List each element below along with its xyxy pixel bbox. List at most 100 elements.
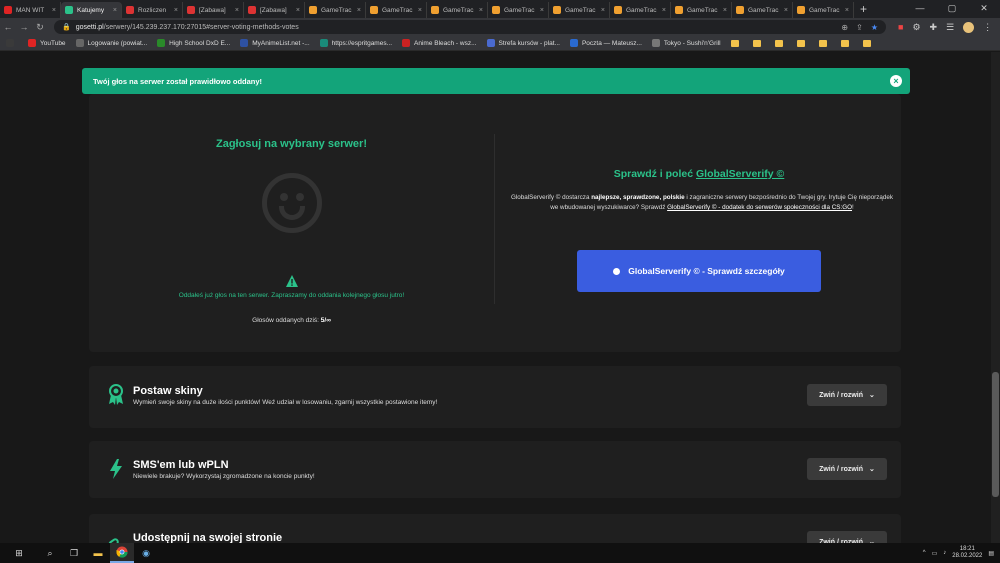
bookmark-label: https://espritgames... [331, 39, 393, 47]
close-tab-icon[interactable]: × [174, 7, 178, 14]
windows-taskbar: ⊞ ⌕ ❐ ▬ ◉ ^ ▭ ♪ 18:21 28.02.2022 ▤ [0, 543, 1000, 563]
browser-tab[interactable]: GameTrac × [366, 2, 427, 18]
reading-list-icon[interactable]: ☰ [946, 22, 954, 33]
steam-icon[interactable]: ◉ [134, 543, 158, 563]
browser-tab[interactable]: MAN WIT × [0, 2, 61, 18]
collapse-toggle-button[interactable]: Zwiń / rozwiń ⌄ [807, 384, 887, 406]
minimize-icon[interactable]: — [904, 0, 936, 18]
bookmark-folder-icon[interactable] [730, 39, 739, 47]
bookmark-folder-icon[interactable] [752, 39, 761, 47]
bookmark-folder-icon[interactable] [774, 39, 783, 47]
windows-start-icon[interactable]: ⊞ [0, 543, 38, 563]
bookmark-item[interactable]: Tokyo - Sushi'n'Grill [651, 39, 721, 47]
close-tab-icon[interactable]: × [296, 7, 300, 14]
collapse-toggle-button[interactable]: Zwiń / rozwiń ⌄ [807, 458, 887, 480]
browser-tab[interactable]: Katujemy × [61, 2, 122, 18]
serverify-details-button[interactable]: GlobalServerify © - Sprawdź szczegóły [577, 250, 821, 292]
tray-chevron-icon[interactable]: ^ [923, 550, 926, 556]
file-explorer-icon[interactable]: ▬ [86, 543, 110, 563]
close-tab-icon[interactable]: × [113, 7, 117, 14]
extension-gear-icon[interactable]: ⚙ [912, 22, 920, 33]
close-alert-button[interactable]: × [890, 75, 902, 87]
toggle-label: Zwiń / rozwiń [819, 465, 864, 473]
tab-title: GameTrac [321, 6, 352, 14]
new-tab-button[interactable]: + [854, 2, 873, 18]
close-tab-icon[interactable]: × [723, 7, 727, 14]
search-icon[interactable]: ⌕ [38, 543, 62, 563]
close-tab-icon[interactable]: × [235, 7, 239, 14]
volume-icon[interactable]: ♪ [943, 550, 946, 556]
address-bar[interactable]: 🔒 gosetti.pl/serwery/145.239.237.170:270… [54, 20, 886, 34]
reload-icon[interactable]: ↻ [32, 22, 48, 33]
close-tab-icon[interactable]: × [418, 7, 422, 14]
lock-icon[interactable]: 🔒 [62, 23, 71, 31]
gametracker-icon [431, 6, 439, 14]
forward-icon[interactable]: → [16, 22, 32, 32]
bookmark-item[interactable]: YouTube [28, 39, 66, 47]
bookmark-item[interactable]: MyAnimeList.net -... [240, 39, 310, 47]
bookmark-folder-icon[interactable] [862, 39, 871, 47]
browser-tab[interactable]: Rozliczen × [122, 2, 183, 18]
close-tab-icon[interactable]: × [479, 7, 483, 14]
close-window-icon[interactable]: ✕ [968, 0, 1000, 18]
bookmark-item[interactable]: Logowanie (powiat... [75, 39, 147, 47]
success-alert: Twój głos na serwer został prawidłowo od… [82, 68, 910, 94]
bookmark-folder-icon[interactable] [796, 39, 805, 47]
maximize-icon[interactable]: ▢ [936, 0, 968, 18]
close-tab-icon[interactable]: × [540, 7, 544, 14]
bookmark-folder-icon[interactable] [840, 39, 849, 47]
opera-icon [126, 6, 134, 14]
extensions-area: ■ ⚙ ✚ ☰ ⋮ [898, 21, 992, 33]
chrome-icon[interactable] [110, 543, 134, 563]
bookmark-item[interactable]: High School DxD E... [157, 39, 230, 47]
bookmark-item[interactable]: Anime Bleach - wsz... [402, 39, 477, 47]
close-tab-icon[interactable]: × [52, 7, 56, 14]
share-icon[interactable]: ⇪ [856, 23, 863, 32]
browser-tab[interactable]: GameTrac × [488, 2, 549, 18]
tab-title: GameTrac [565, 6, 596, 14]
task-view-icon[interactable]: ❐ [62, 543, 86, 563]
profile-avatar[interactable] [963, 21, 975, 33]
bookmark-folder-icon[interactable] [818, 39, 827, 47]
clock[interactable]: 18:21 28.02.2022 [952, 546, 982, 560]
votes-today: Głosów oddanych dziś: 5/∞ [89, 317, 494, 324]
bookmark-item[interactable]: Poczta — Mateusz... [569, 39, 642, 47]
scrollbar-thumb[interactable] [992, 372, 999, 497]
tab-title: Rozliczen [138, 6, 167, 14]
browser-tab[interactable]: GameTrac × [793, 2, 854, 18]
browser-tab[interactable]: [Zabawa] × [183, 2, 244, 18]
bookmark-item[interactable]: Strefa kursów - plat... [486, 39, 560, 47]
serverify-title-link[interactable]: GlobalServerify © [696, 168, 784, 180]
bookmark-item[interactable] [6, 39, 18, 47]
network-icon[interactable]: ▭ [932, 550, 938, 557]
browser-tab[interactable]: GameTrac × [427, 2, 488, 18]
window-controls: — ▢ ✕ [904, 0, 1000, 18]
browser-tab[interactable]: GameTrac × [305, 2, 366, 18]
serverify-desc-link[interactable]: GlobalServerify © - dodatek do serwerów … [667, 204, 852, 211]
browser-tab[interactable]: [Zabawa] × [244, 2, 305, 18]
install-icon[interactable]: ⊕ [841, 23, 848, 32]
tab-title: GameTrac [809, 6, 840, 14]
bookmark-star-icon[interactable]: ★ [871, 23, 878, 32]
menu-icon[interactable]: ⋮ [983, 22, 992, 33]
browser-tab[interactable]: GameTrac × [549, 2, 610, 18]
tab-title: GameTrac [687, 6, 718, 14]
extension-icon[interactable]: ■ [898, 22, 903, 32]
back-icon[interactable]: ← [0, 22, 16, 32]
browser-tab[interactable]: GameTrac × [671, 2, 732, 18]
notification-icon[interactable]: ▤ [988, 550, 994, 557]
bookmark-item[interactable]: https://espritgames... [319, 39, 393, 47]
close-tab-icon[interactable]: × [784, 7, 788, 14]
close-tab-icon[interactable]: × [662, 7, 666, 14]
tab-list: MAN WIT × Katujemy × Rozliczen × [Zabawa] × [Zab… [0, 0, 854, 18]
close-tab-icon[interactable]: × [357, 7, 361, 14]
puzzle-icon[interactable]: ✚ [930, 22, 938, 33]
browser-tab[interactable]: GameTrac × [732, 2, 793, 18]
serverify-button-label: GlobalServerify © - Sprawdź szczegóły [628, 266, 785, 276]
youtube-icon [4, 6, 12, 14]
section-subtitle: Niewiele brakuje? Wykorzystaj zgromadzon… [133, 473, 315, 480]
close-tab-icon[interactable]: × [845, 7, 849, 14]
browser-tab[interactable]: GameTrac × [610, 2, 671, 18]
bookmark-label: Poczta — Mateusz... [581, 39, 642, 47]
close-tab-icon[interactable]: × [601, 7, 605, 14]
